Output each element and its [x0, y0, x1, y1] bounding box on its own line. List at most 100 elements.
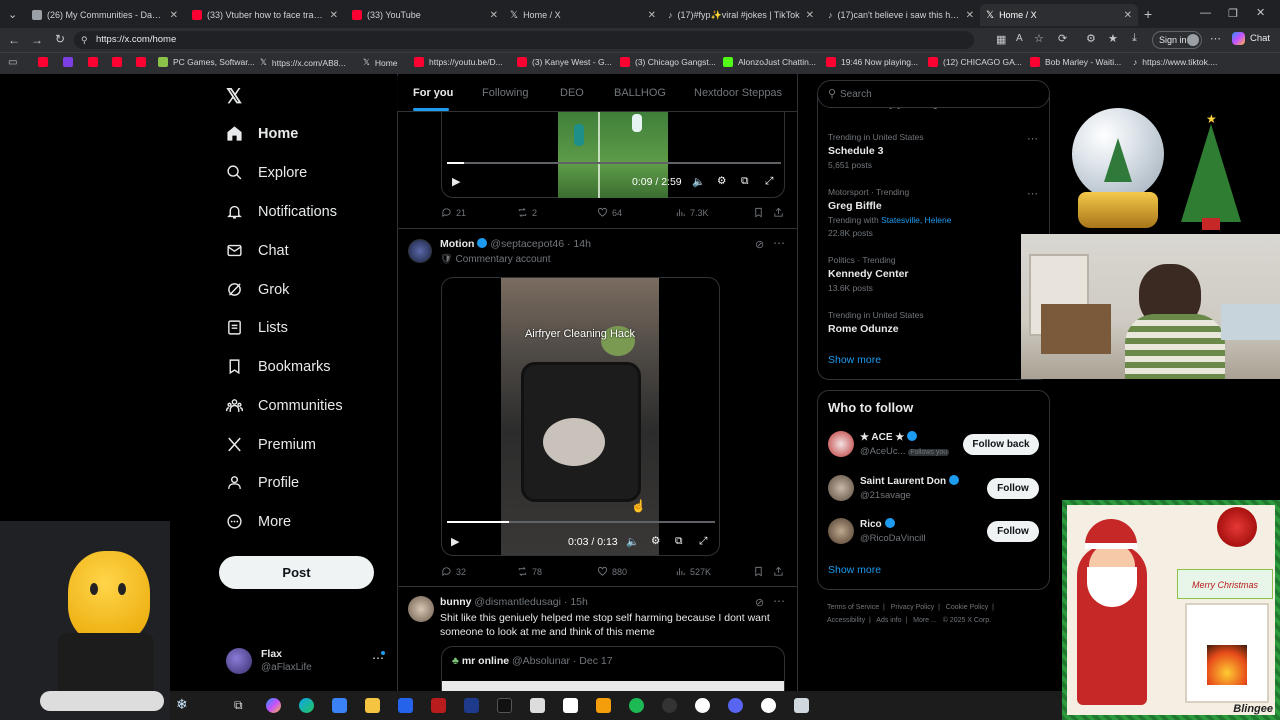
share-button[interactable] — [773, 207, 788, 218]
nav-bookmarks[interactable]: Bookmarks — [226, 358, 331, 375]
browser-tab[interactable]: (33) Vtuber how to face track obs✕ — [186, 4, 344, 26]
tab-close-icon[interactable]: ✕ — [170, 10, 178, 21]
avatar[interactable] — [828, 475, 854, 501]
settings-gear-icon[interactable]: ⚙ — [717, 175, 726, 187]
nav-grok[interactable]: Grok — [226, 281, 289, 298]
browser-tab[interactable]: 𝕏 Home / X ✕ — [504, 4, 662, 26]
x-logo-icon[interactable]: 𝕏 — [226, 84, 242, 109]
repost-button[interactable]: 78 — [517, 566, 542, 577]
video-progress-track[interactable] — [447, 521, 715, 523]
fullscreen-icon[interactable]: ⤢ — [765, 175, 773, 188]
tab-close-icon[interactable]: ✕ — [648, 10, 656, 21]
play-icon[interactable]: ▶ — [451, 535, 459, 548]
author-handle[interactable]: @dismantledusagi — [474, 596, 561, 608]
apps-icon[interactable]: ▦ — [996, 33, 1006, 46]
nav-lists[interactable]: Lists — [226, 319, 288, 336]
grok-icon[interactable]: ⊘ — [755, 596, 764, 609]
maximize-icon[interactable]: ❐ — [1228, 7, 1238, 20]
tab-close-icon[interactable]: ✕ — [330, 10, 338, 21]
bookmark-item[interactable] — [112, 57, 127, 67]
browser-tab[interactable]: ♪ (17)can't believe i saw this happen ✕ — [822, 4, 980, 26]
sign-in-button[interactable]: Sign in — [1152, 31, 1202, 49]
bookmark-item[interactable]: Bob Marley - Waiti... — [1030, 57, 1121, 67]
tab-for-you[interactable]: For you — [413, 87, 453, 99]
bookmark-post-button[interactable] — [753, 566, 768, 577]
new-tab-plus-icon[interactable]: + — [1144, 6, 1152, 22]
spotify-icon[interactable] — [629, 698, 644, 713]
repost-button[interactable]: 2 — [517, 207, 537, 218]
nav-home[interactable]: Home — [226, 125, 298, 142]
avatar[interactable] — [408, 239, 432, 263]
bookmark-item[interactable]: (3) Kanye West - G... — [517, 57, 612, 67]
author-name[interactable]: bunny — [440, 596, 472, 608]
video-player[interactable]: ▶ 0:09 / 2:59 🔈 ⚙ ⧉ ⤢ — [441, 112, 785, 198]
follow-button[interactable]: Follow — [987, 478, 1039, 499]
app-taskbar-icon[interactable] — [530, 698, 545, 713]
trend-item[interactable]: Motorsport · Trending Greg Biffle Trendi… — [828, 187, 1038, 238]
app-taskbar-icon[interactable] — [695, 698, 710, 713]
app-taskbar-icon[interactable] — [464, 698, 479, 713]
quoted-post[interactable]: ♣ mr online @Absolunar · Dec 17 — [441, 646, 785, 696]
tab-following[interactable]: Following — [482, 87, 528, 99]
reply-button[interactable]: 21 — [441, 207, 466, 218]
minimize-icon[interactable]: — — [1200, 7, 1211, 19]
reload-icon[interactable]: ↻ — [55, 32, 65, 46]
bookmark-item[interactable] — [136, 57, 151, 67]
nav-premium[interactable]: Premium — [226, 436, 316, 453]
bookmark-item[interactable]: (12) CHICAGO GA... — [928, 57, 1022, 67]
author-name[interactable]: Motion — [440, 238, 474, 250]
trend-item[interactable]: Trending in United States Schedule 3 5,6… — [828, 132, 1038, 170]
volume-icon[interactable]: 🔈 — [692, 175, 705, 188]
bookmark-item[interactable]: 19:46 Now playing... — [826, 57, 918, 67]
discord-icon[interactable] — [728, 698, 743, 713]
favorite-star-icon[interactable]: ☆ — [1034, 32, 1044, 45]
outlook-icon[interactable] — [398, 698, 413, 713]
forward-arrow-icon[interactable]: → — [31, 33, 43, 47]
tab-close-icon[interactable]: ✕ — [806, 10, 814, 21]
app-taskbar-icon[interactable] — [497, 698, 512, 713]
tab-ballhog[interactable]: BALLHOG — [614, 87, 666, 99]
play-icon[interactable]: ▶ — [452, 175, 460, 188]
account-switcher[interactable]: Flax @aFlaxLife ⋯ — [226, 647, 396, 677]
bookmark-item[interactable]: https://youtu.be/D... — [414, 57, 503, 67]
bookmark-item[interactable]: AlonzoJust Chattin... — [723, 57, 816, 67]
video-player[interactable]: Airfryer Cleaning Hack ▶ 0:03 / 0:13 🔈 ⚙… — [441, 277, 720, 556]
more-dots-icon[interactable]: ⋯ — [773, 594, 785, 608]
app-taskbar-icon[interactable] — [794, 698, 809, 713]
back-arrow-icon[interactable]: ← — [8, 33, 20, 47]
browser-tab[interactable]: ♪ (17)#fyp✨viral #jokes | TikTok ✕ — [662, 4, 820, 26]
volume-icon[interactable]: 🔈 — [626, 535, 639, 548]
settings-gear-icon[interactable]: ⚙ — [651, 535, 660, 547]
nav-chat[interactable]: Chat — [226, 242, 289, 259]
views-button[interactable]: 527K — [675, 566, 711, 577]
extensions-icon[interactable]: ⚙ — [1086, 32, 1096, 45]
avatar[interactable] — [828, 431, 854, 457]
bookmark-item[interactable]: 𝕏 Home — [363, 57, 398, 68]
obs-icon[interactable] — [761, 698, 776, 713]
grok-icon[interactable]: ⊘ — [755, 238, 764, 251]
pip-icon[interactable]: ⧉ — [675, 535, 683, 548]
bookmark-item[interactable]: 𝕏https://x.com/AB8... — [260, 57, 346, 68]
weather-snow-icon[interactable]: ❄ — [176, 696, 188, 713]
browser-tab-active[interactable]: 𝕏 Home / X ✕ — [980, 4, 1138, 26]
tab-close-icon[interactable]: ✕ — [490, 10, 498, 21]
like-button[interactable]: 880 — [597, 566, 627, 577]
bookmark-item[interactable] — [88, 57, 103, 67]
app-taskbar-icon[interactable] — [662, 698, 677, 713]
file-explorer-icon[interactable] — [365, 698, 380, 713]
task-view-icon[interactable]: ⧉ — [234, 698, 243, 713]
browser-tab[interactable]: (33) YouTube ✕ — [346, 4, 504, 26]
site-info-icon[interactable]: ⚲ — [81, 31, 88, 49]
download-icon[interactable]: ⤓ — [1132, 32, 1137, 45]
post-button[interactable]: Post — [219, 556, 374, 589]
fullscreen-icon[interactable]: ⤢ — [699, 535, 707, 548]
reply-button[interactable]: 32 — [441, 566, 466, 577]
tab-close-icon[interactable]: ✕ — [1124, 10, 1132, 21]
bookmark-item[interactable]: (3) Chicago Gangst... — [620, 57, 716, 67]
tab-nextdoor-steppas[interactable]: Nextdoor Steppas — [694, 87, 782, 99]
copilot-taskbar-icon[interactable] — [266, 698, 281, 713]
tab-close-icon[interactable]: ✕ — [966, 10, 974, 21]
copilot-chat-button[interactable]: Chat — [1232, 32, 1270, 45]
show-more-link[interactable]: Show more — [828, 354, 881, 366]
favorites-icon[interactable]: ★ — [1108, 32, 1118, 45]
